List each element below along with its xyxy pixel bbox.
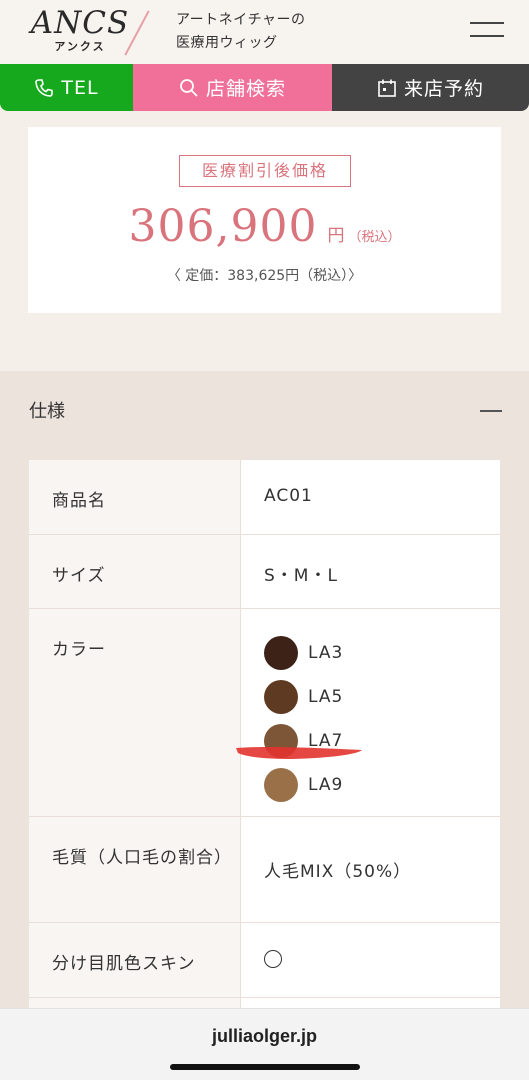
price-amount: 306,900 — [128, 201, 318, 252]
color-option-la9[interactable]: LA9 — [264, 763, 500, 807]
store-search-label: 店舗検索 — [205, 78, 286, 100]
calendar-icon — [378, 79, 396, 97]
color-swatch — [264, 768, 298, 802]
tagline: アートネイチャーの 医療用ウィッグ — [176, 9, 306, 55]
table-row: 商品名 AC01 — [29, 460, 500, 535]
address-bar-url[interactable]: julliaolger.jp — [0, 1026, 529, 1047]
table-row: 分け目肌色スキン — [29, 923, 500, 998]
price-unit: 円 — [327, 226, 345, 246]
color-option-la5[interactable]: LA5 — [264, 675, 500, 719]
hair-quality-value: 人毛MIX（50%） — [264, 862, 412, 882]
red-highlight-mark — [236, 746, 362, 759]
tel-label: TEL — [61, 76, 99, 99]
size-value: S・M・L — [264, 566, 338, 586]
search-icon — [180, 78, 198, 97]
hamburger-menu-icon[interactable] — [470, 22, 504, 38]
parting-skin-value — [241, 923, 500, 997]
tel-button[interactable]: TEL — [0, 64, 133, 111]
color-swatch — [264, 636, 298, 670]
ancs-logo[interactable]: ANCS アンクス — [30, 6, 130, 54]
home-indicator[interactable] — [170, 1064, 360, 1070]
logo-sub-text: アンクス — [54, 40, 106, 53]
color-list: LA3 LA5 LA7 LA9 — [241, 609, 500, 816]
table-row: 毛質（人口毛の割合） 人毛MIX（50%） — [29, 817, 500, 923]
visit-reservation-button[interactable]: 来店予約 — [332, 64, 529, 111]
site-header: ANCS アンクス アートネイチャーの 医療用ウィッグ — [0, 0, 529, 64]
color-name: LA9 — [308, 775, 344, 795]
phone-icon — [35, 78, 54, 97]
collapse-minus-icon[interactable] — [480, 410, 502, 412]
hair-quality-label: 毛質（人口毛の割合） — [29, 817, 241, 922]
tagline-line1: アートネイチャーの — [176, 12, 306, 28]
table-row: カラー LA3 LA5 LA7 LA9 — [29, 609, 500, 817]
action-nav: TEL 店舗検索 来店予約 — [0, 64, 529, 111]
price-row: 306,900 円（税込） — [28, 201, 501, 252]
price-card: 医療割引後価格 306,900 円（税込） 〈 定価：383,625円（税込）〉 — [28, 127, 501, 313]
regular-price: 〈 定価：383,625円（税込）〉 — [166, 268, 363, 284]
color-label: カラー — [29, 609, 241, 816]
color-name: LA3 — [308, 643, 344, 663]
color-option-la3[interactable]: LA3 — [264, 631, 500, 675]
visit-reservation-label: 来店予約 — [403, 78, 484, 100]
color-swatch — [264, 680, 298, 714]
price-tax-note: （税込） — [348, 230, 401, 245]
tagline-line2: 医療用ウィッグ — [176, 35, 278, 51]
color-name: LA5 — [308, 687, 344, 707]
table-row: サイズ S・M・L — [29, 535, 500, 609]
product-name-value: AC01 — [264, 486, 313, 506]
discount-price-badge: 医療割引後価格 — [179, 155, 351, 187]
product-name-label: 商品名 — [29, 460, 241, 534]
spec-title: 仕様 — [29, 401, 65, 422]
parting-skin-label: 分け目肌色スキン — [29, 923, 241, 997]
store-search-button[interactable]: 店舗検索 — [133, 64, 332, 111]
logo-main-text: ANCS — [30, 5, 130, 41]
browser-bottom-bar: julliaolger.jp — [0, 1008, 529, 1080]
size-label: サイズ — [29, 535, 241, 608]
circle-mark-icon — [264, 950, 282, 968]
